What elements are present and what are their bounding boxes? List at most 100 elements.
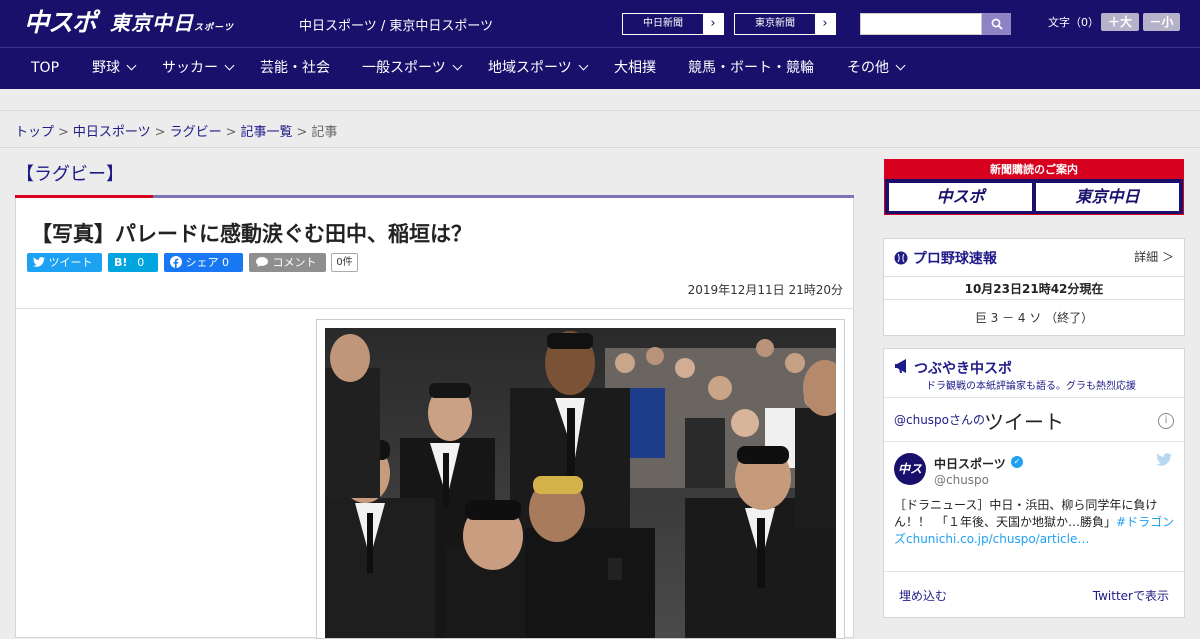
article-photo[interactable] (325, 328, 836, 638)
twitter-bird-icon[interactable] (1156, 453, 1172, 470)
breadcrumb-rugby[interactable]: ラグビー (170, 125, 222, 140)
subscription-caption: 新聞購読のご案内 (885, 160, 1183, 179)
baseball-icon (894, 251, 908, 265)
chevron-right-icon: › (815, 14, 835, 34)
ad-gap (0, 89, 1200, 111)
nav-item-top[interactable]: TOP (31, 48, 59, 89)
tokyo-chunichi-logo-text: 東京中日 (110, 11, 194, 35)
nav-item-racing[interactable]: 競馬・ボート・競輪 (688, 48, 814, 89)
nav-item-entertainment[interactable]: 芸能・社会 (260, 48, 330, 89)
tweet-button[interactable]: ツイート (27, 253, 102, 272)
breadcrumb-separator: > (154, 125, 166, 140)
breadcrumb-separator: > (58, 125, 69, 140)
tweet-button-label: ツイート (48, 256, 93, 269)
font-size-label: 文字（0） (1048, 16, 1099, 29)
tokyo-shimbun-link[interactable]: 東京新聞 › (734, 13, 836, 35)
breadcrumb: トップ > 中日スポーツ > ラグビー > 記事一覧 > 記事 (0, 111, 1200, 148)
chunichi-shimbun-link[interactable]: 中日新聞 › (622, 13, 724, 35)
article-card: 【写真】パレードに感動涙ぐむ田中、稲垣は？ ツイート B! 0 シェア 0 コメ… (15, 198, 854, 639)
twitter-widget: つぶやき中スポ ドラ観戦の本紙評論家も語る。グラも熱烈応援 @chuspoさんの… (883, 348, 1185, 618)
facebook-share-button[interactable]: シェア 0 (164, 253, 243, 272)
font-increase-button[interactable]: ＋大 (1101, 13, 1139, 31)
breadcrumb-chuspo[interactable]: 中日スポーツ (73, 125, 151, 140)
article-date: 2019年12月11日 21時20分 (687, 283, 843, 297)
nav-item-label: 一般スポーツ (362, 60, 446, 76)
article-photo-frame (316, 319, 845, 639)
chevron-down-icon (126, 60, 137, 71)
facebook-icon (170, 256, 182, 268)
nav-item-baseball[interactable]: 野球 (92, 48, 137, 89)
breadcrumb-separator: > (225, 125, 237, 140)
breadcrumb-separator: > (296, 125, 308, 140)
facebook-count: 0 (222, 256, 229, 269)
tokyo-chunichi-logo[interactable]: 東京中日スポーツ (110, 8, 234, 40)
tokyo-chunichi-logo-small: スポーツ (194, 23, 234, 33)
tokyo-chunichi-subscribe-logo[interactable]: 東京中日 (1036, 183, 1179, 211)
comment-bubble-icon (256, 257, 268, 267)
tweets-by-title: ツイート (984, 410, 1064, 434)
avatar[interactable]: 中スポ (894, 453, 926, 508)
tweet-account-name[interactable]: 中日スポーツ (934, 455, 1006, 472)
subscription-banner[interactable]: 新聞購読のご案内 中スポ 東京中日 (884, 159, 1184, 215)
search-input[interactable] (860, 13, 982, 35)
twitter-widget-subtitle: ドラ観戦の本紙評論家も語る。グラも熱烈応援 (926, 381, 1136, 392)
chevron-down-icon (895, 60, 906, 71)
breadcrumb-top[interactable]: トップ (15, 125, 54, 140)
site-header: 中スポ 東京中日スポーツ 中日スポーツ / 東京中日スポーツ 中日新聞 › 東京… (0, 0, 1200, 48)
rugby-players-photo (325, 328, 836, 638)
chevron-down-icon (224, 60, 235, 71)
nav-item-general-sports[interactable]: 一般スポーツ (362, 48, 463, 89)
site-tagline: 中日スポーツ / 東京中日スポーツ (299, 19, 494, 34)
verified-badge-icon: ✓ (1011, 456, 1023, 468)
nav-item-label: 競馬・ボート・競輪 (688, 60, 814, 76)
chuspo-subscribe-logo[interactable]: 中スポ (889, 183, 1032, 211)
nav-item-label: 芸能・社会 (260, 60, 330, 76)
baseball-widget-title-row: プロ野球速報 (894, 248, 997, 268)
twitter-bird-icon (33, 257, 45, 267)
baseball-score-widget: プロ野球速報 詳細 ＞ 10月23日21時42分現在 巨 3 － 4 ソ （終了… (883, 238, 1185, 336)
embed-link[interactable]: 埋め込む (899, 587, 947, 604)
game-score[interactable]: 巨 3 － 4 ソ （終了） (884, 309, 1184, 326)
breadcrumb-article-list[interactable]: 記事一覧 (241, 125, 293, 140)
chevron-right-icon: › (703, 14, 723, 34)
nav-item-sumo[interactable]: 大相撲 (614, 48, 656, 89)
tweet-handle[interactable]: @chuspo (934, 473, 989, 487)
nav-item-label: サッカー (162, 60, 218, 76)
baseball-detail-link[interactable]: 詳細 ＞ (1134, 248, 1174, 265)
nav-item-soccer[interactable]: サッカー (162, 48, 235, 89)
twitter-widget-footer: 埋め込む Twitterで表示 (884, 571, 1184, 617)
nav-item-other[interactable]: その他 (847, 48, 906, 89)
baseball-widget-title: プロ野球速報 (912, 251, 997, 267)
tweets-by-account[interactable]: @chuspoさんの (894, 411, 985, 428)
megaphone-icon (895, 359, 906, 373)
main-nav: TOP 野球 サッカー 芸能・社会 一般スポーツ 地域スポーツ 大相撲 競馬・ボ… (0, 48, 1200, 89)
score-timestamp: 10月23日21時42分現在 (884, 276, 1184, 300)
font-decrease-button[interactable]: －小 (1143, 13, 1180, 31)
breadcrumb-current: 記事 (311, 125, 338, 140)
tweets-by-header: @chuspoさんの ツイート i (884, 397, 1184, 442)
category-title: 【ラグビー】 (16, 164, 124, 185)
chuspo-logo[interactable]: 中スポ (24, 8, 97, 40)
hatena-icon: B! (114, 256, 128, 269)
chevron-down-icon (452, 60, 463, 71)
hatena-bookmark-button[interactable]: B! 0 (108, 253, 158, 272)
view-on-twitter-link[interactable]: Twitterで表示 (1093, 587, 1169, 604)
chevron-down-icon (578, 60, 589, 71)
hatena-count: 0 (137, 256, 145, 269)
nav-item-label: TOP (31, 60, 60, 76)
comment-button-label: コメント (272, 256, 317, 269)
nav-item-label: 大相撲 (614, 60, 656, 76)
info-icon[interactable]: i (1158, 413, 1174, 429)
nav-item-label: 地域スポーツ (488, 60, 572, 76)
chunichi-shimbun-label: 中日新聞 (643, 18, 683, 29)
tweet-text: ［ドラニュース］中日・浜田、柳ら同学年に負けん！！ 「１年後、天国か地獄か…勝負… (894, 497, 1176, 548)
comment-button[interactable]: コメント (249, 253, 326, 272)
search-button[interactable] (982, 13, 1011, 35)
nav-item-label: 野球 (92, 60, 120, 76)
nav-item-local-sports[interactable]: 地域スポーツ (488, 48, 589, 89)
divider (16, 308, 853, 309)
search-icon (991, 18, 1003, 30)
tokyo-shimbun-label: 東京新聞 (755, 18, 795, 29)
article-headline: 【写真】パレードに感動涙ぐむ田中、稲垣は？ (31, 222, 472, 246)
comment-count: 0件 (331, 253, 358, 272)
